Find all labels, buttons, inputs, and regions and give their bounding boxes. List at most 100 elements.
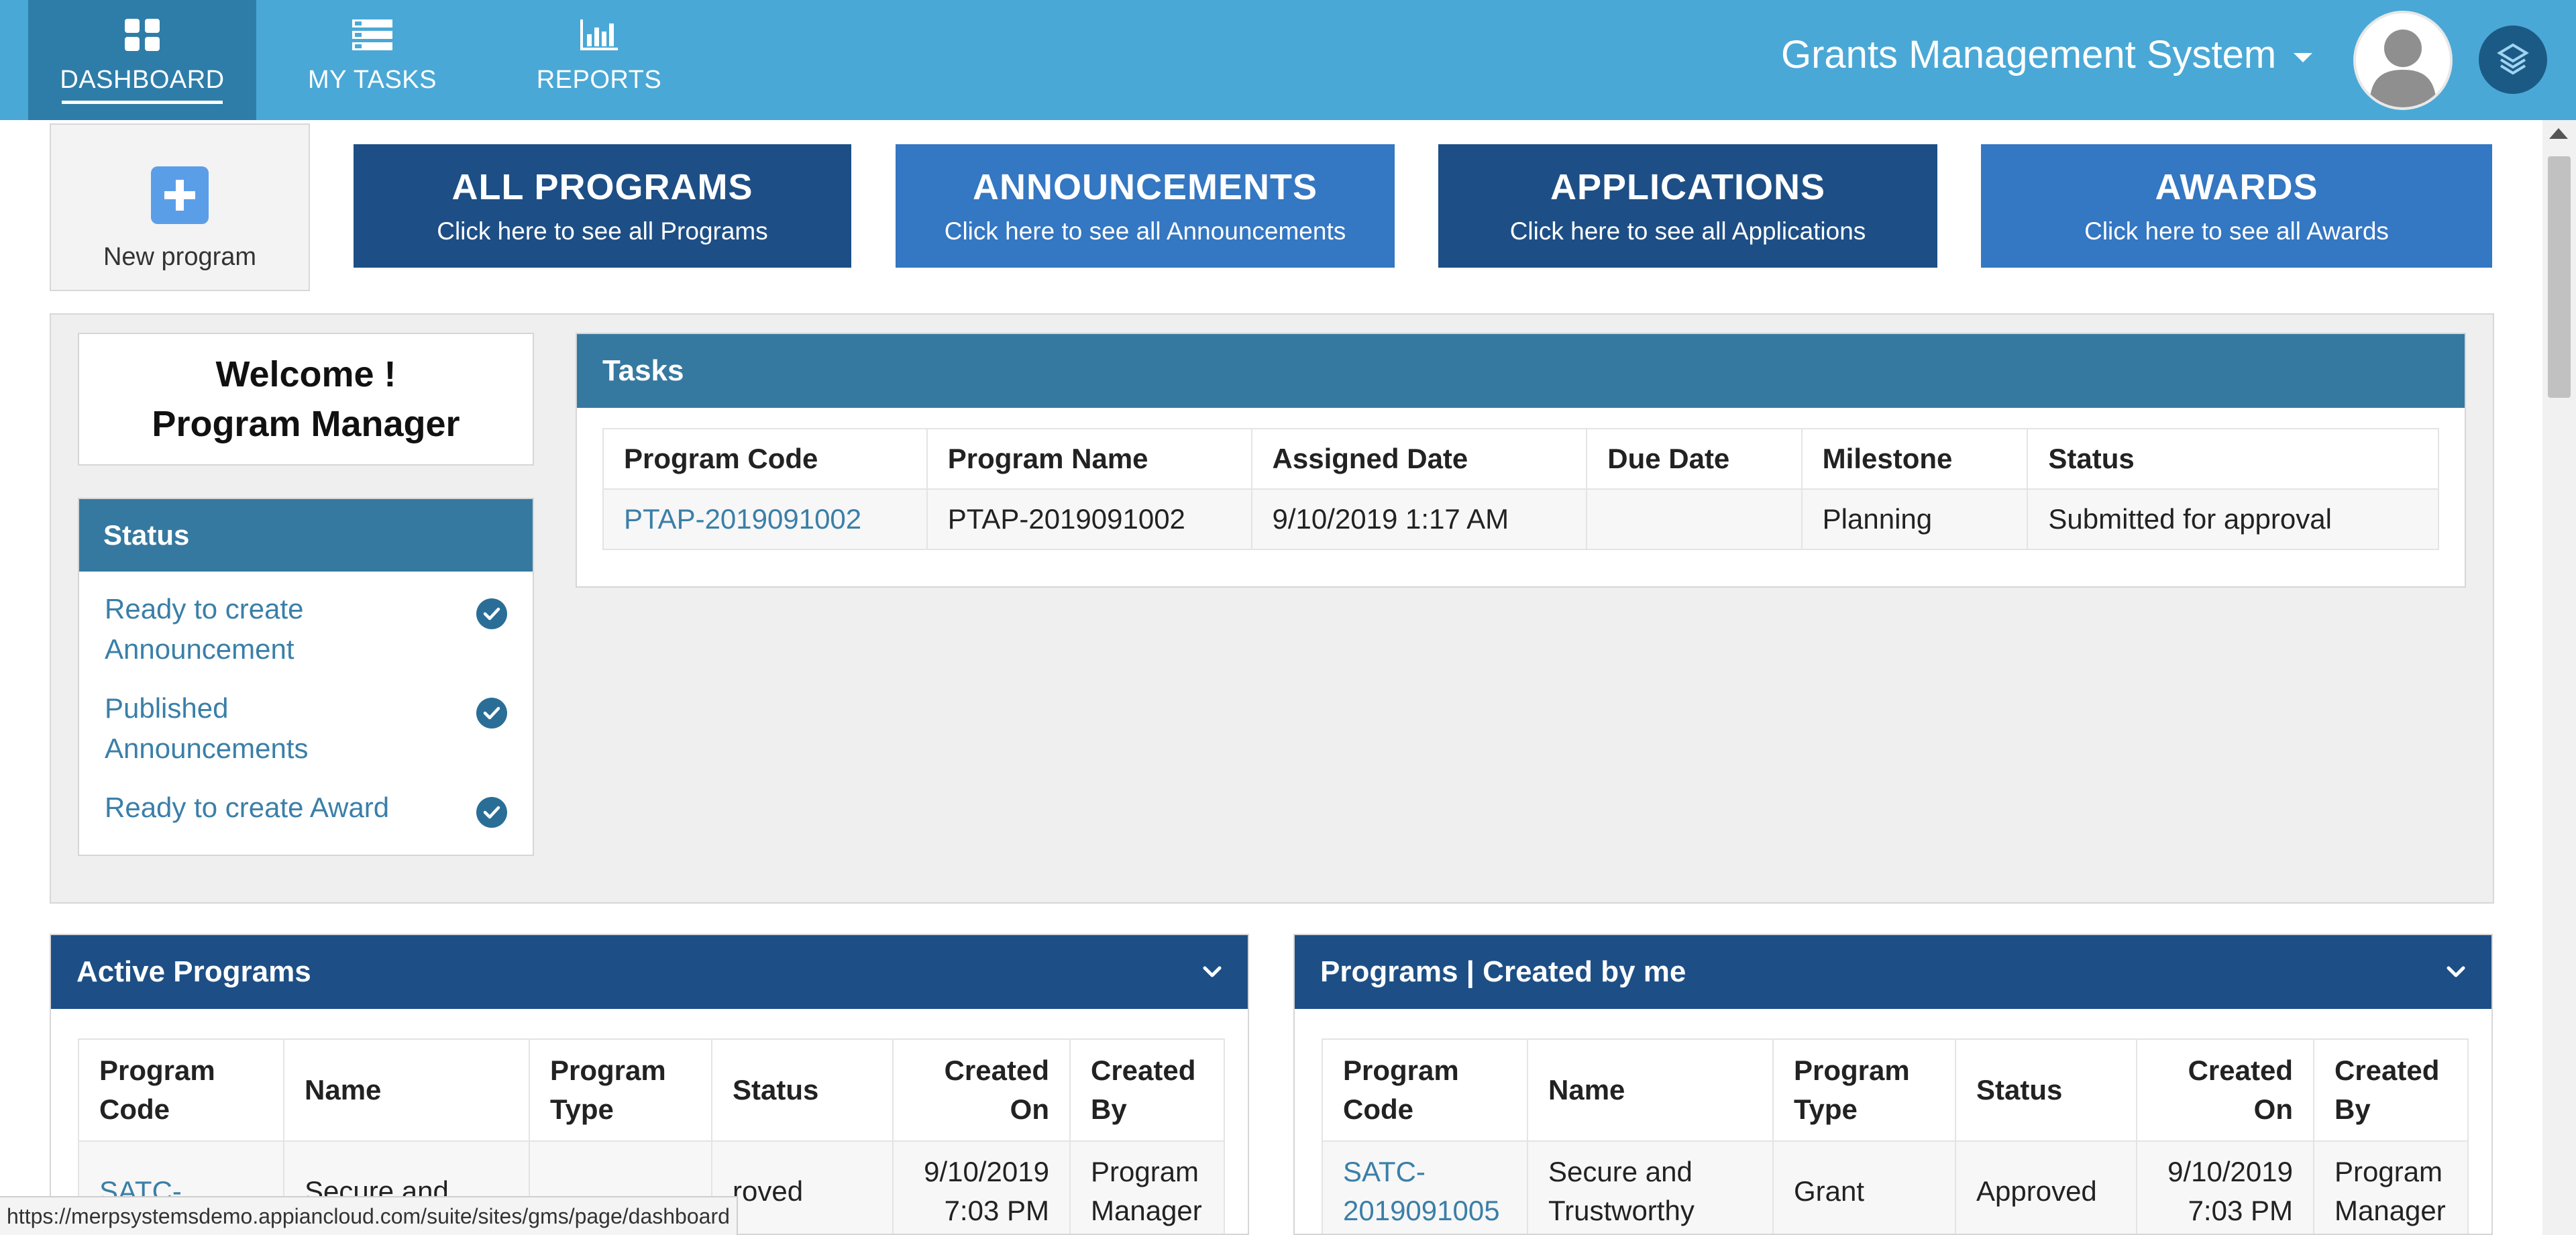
user-avatar[interactable]	[2353, 11, 2453, 110]
column-header[interactable]: Status	[2027, 428, 2439, 490]
table-header-row: Program Code Name Program Type Status Cr…	[1322, 1038, 2469, 1142]
scroll-up-arrow-icon[interactable]	[2549, 128, 2568, 139]
nav-dashboard[interactable]: DASHBOARD	[28, 0, 256, 120]
welcome-card: Welcome ! Program Manager	[78, 333, 534, 466]
status-item-ready-announcement[interactable]: Ready to create Announcement	[105, 589, 507, 669]
column-header[interactable]: Program Code	[602, 428, 928, 490]
table-header-row: Program Code Name Program Type Status Cr…	[78, 1038, 1225, 1142]
tile-title: ANNOUNCEMENTS	[972, 167, 1318, 207]
table-row: PTAP-2019091002 PTAP-2019091002 9/10/201…	[602, 488, 2439, 550]
nav-reports[interactable]: REPORTS	[522, 0, 676, 120]
tasks-table: Program Code Program Name Assigned Date …	[602, 428, 2439, 550]
bar-chart-icon	[578, 16, 621, 54]
column-header[interactable]: Assigned Date	[1250, 428, 1588, 490]
column-header[interactable]: Status	[711, 1038, 894, 1142]
column-header[interactable]: Status	[1955, 1038, 2137, 1142]
column-header[interactable]: Program Type	[529, 1038, 712, 1142]
person-silhouette-icon	[2356, 13, 2450, 107]
column-header[interactable]: Due Date	[1586, 428, 1803, 490]
active-tab-underline	[62, 101, 223, 104]
table-header-row: Program Code Program Name Assigned Date …	[602, 428, 2439, 490]
announcements-tile[interactable]: ANNOUNCEMENTS Click here to see all Anno…	[896, 144, 1395, 268]
new-program-label: New program	[103, 243, 257, 271]
card-title: Programs | Created by me	[1320, 955, 1686, 988]
tile-subtitle: Click here to see all Announcements	[944, 217, 1346, 245]
active-programs-header[interactable]: Active Programs	[51, 935, 1248, 1009]
table-row: SATC-2019091005 Secure and Trustworthy G…	[1322, 1140, 2469, 1234]
check-circle-icon	[476, 598, 507, 629]
status-card-header: Status	[79, 499, 533, 572]
my-programs-header[interactable]: Programs | Created by me	[1295, 935, 2491, 1009]
column-header[interactable]: Program Name	[926, 428, 1252, 490]
status-item-label: Published Announcements	[105, 692, 309, 764]
card-title: Active Programs	[76, 955, 311, 988]
program-code-link[interactable]: SATC-2019091005	[1322, 1140, 1528, 1234]
column-header[interactable]: Name	[1527, 1038, 1774, 1142]
column-header[interactable]: Created By	[1069, 1038, 1225, 1142]
table-cell: Submitted for approval	[2027, 488, 2439, 550]
awards-tile[interactable]: AWARDS Click here to see all Awards	[1981, 144, 2492, 268]
browser-status-bar-url: https://merpsystemsdemo.appiancloud.com/…	[0, 1196, 738, 1235]
column-header[interactable]: Milestone	[1801, 428, 2029, 490]
table-cell: Approved	[1955, 1140, 2137, 1234]
status-card: Status Ready to create Announcement Publ…	[78, 498, 534, 856]
my-programs-card: Programs | Created by me Program Code Na…	[1293, 934, 2493, 1235]
app-switcher[interactable]: Grants Management System	[1781, 32, 2313, 77]
applications-tile[interactable]: APPLICATIONS Click here to see all Appli…	[1438, 144, 1937, 268]
table-cell: Program Manager	[1069, 1140, 1225, 1234]
table-cell: Grant	[1772, 1140, 1956, 1234]
chevron-down-icon[interactable]	[1202, 962, 1222, 982]
grid-icon	[121, 16, 164, 54]
program-code-link[interactable]: PTAP-2019091002	[602, 488, 928, 550]
column-header[interactable]: Created By	[2313, 1038, 2469, 1142]
status-item-label: Ready to create Announcement	[105, 593, 304, 665]
tile-subtitle: Click here to see all Programs	[437, 217, 768, 245]
table-cell: PTAP-2019091002	[926, 488, 1252, 550]
table-cell	[1586, 488, 1803, 550]
nav-dashboard-label: DASHBOARD	[60, 66, 225, 94]
my-programs-table: Program Code Name Program Type Status Cr…	[1322, 1038, 2469, 1234]
column-header[interactable]: Program Code	[1322, 1038, 1528, 1142]
tasks-card: Tasks Program Code Program Name Assigned…	[576, 333, 2466, 588]
table-cell: Planning	[1801, 488, 2029, 550]
plus-icon	[151, 166, 209, 224]
tile-subtitle: Click here to see all Awards	[2084, 217, 2389, 245]
site-logo	[2479, 25, 2547, 94]
vertical-scrollbar[interactable]	[2542, 120, 2576, 1235]
layers-logo-icon	[2497, 43, 2529, 75]
new-program-button[interactable]: New program	[50, 123, 310, 291]
table-cell: Secure and Trustworthy	[1527, 1140, 1774, 1234]
table-cell: 9/10/2019 7:03 PM	[892, 1140, 1071, 1234]
column-header[interactable]: Name	[283, 1038, 530, 1142]
welcome-greeting: Welcome !	[215, 354, 396, 394]
tile-title: APPLICATIONS	[1550, 167, 1825, 207]
all-programs-tile[interactable]: ALL PROGRAMS Click here to see all Progr…	[354, 144, 851, 268]
check-circle-icon	[476, 698, 507, 729]
check-circle-icon	[476, 797, 507, 828]
table-cell: 9/10/2019 7:03 PM	[2136, 1140, 2314, 1234]
nav-my-tasks[interactable]: MY TASKS	[288, 0, 456, 120]
nav-reports-label: REPORTS	[536, 66, 662, 94]
nav-my-tasks-label: MY TASKS	[308, 66, 437, 94]
chevron-down-icon[interactable]	[2446, 962, 2466, 982]
active-programs-card: Active Programs Program Code Name Progra…	[50, 934, 1249, 1235]
app-title: Grants Management System	[1781, 33, 2277, 76]
table-cell: roved	[711, 1140, 894, 1234]
tile-title: AWARDS	[2155, 167, 2318, 207]
tile-subtitle: Click here to see all Applications	[1509, 217, 1866, 245]
status-item-ready-award[interactable]: Ready to create Award	[105, 788, 507, 828]
list-icon	[351, 16, 394, 54]
tile-title: ALL PROGRAMS	[451, 167, 753, 207]
scroll-thumb[interactable]	[2548, 156, 2571, 398]
status-item-published-announcements[interactable]: Published Announcements	[105, 688, 507, 769]
status-item-label: Ready to create Award	[105, 792, 390, 823]
table-cell: Program Manager	[2313, 1140, 2469, 1234]
welcome-role: Program Manager	[152, 404, 460, 444]
column-header[interactable]: Program Code	[78, 1038, 284, 1142]
column-header[interactable]: Created On	[2136, 1038, 2314, 1142]
caret-down-icon	[2294, 52, 2313, 62]
table-cell: 9/10/2019 1:17 AM	[1250, 488, 1588, 550]
column-header[interactable]: Program Type	[1772, 1038, 1956, 1142]
column-header[interactable]: Created On	[892, 1038, 1071, 1142]
top-navigation-bar: DASHBOARD MY TASKS REPORTS Grants Manage…	[0, 0, 2576, 120]
